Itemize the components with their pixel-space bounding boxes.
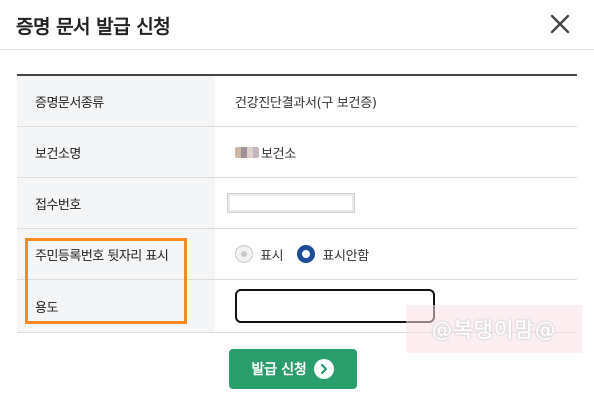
rrn-display-cell: 표시 표시안함 — [215, 229, 577, 279]
chevron-right-icon — [314, 359, 335, 379]
row-receipt-number: 접수번호 — [17, 178, 577, 229]
watermark: @복댕이맘@ — [406, 305, 582, 353]
radio-show-circle[interactable] — [235, 245, 253, 263]
usage-label: 용도 — [17, 280, 215, 332]
radio-show-label: 표시 — [260, 248, 284, 264]
radio-show[interactable]: 표시 — [235, 245, 284, 264]
radio-hide-label: 표시안함 — [322, 248, 369, 264]
health-center-value: 보건소 — [261, 146, 296, 162]
row-rrn-display: 주민등록번호 뒷자리 표시 표시 표시안함 — [17, 229, 577, 280]
close-button[interactable] — [546, 10, 574, 38]
radio-hide[interactable]: 표시안함 — [297, 245, 369, 264]
rrn-display-label: 주민등록번호 뒷자리 표시 — [17, 229, 215, 279]
row-health-center: 보건소명 보건소 — [17, 127, 577, 178]
redacted-mosaic — [235, 146, 259, 158]
close-icon — [550, 14, 570, 34]
receipt-number-cell — [215, 178, 577, 228]
certificate-issue-dialog: 증명 문서 발급 신청 증명문서종류 건강진단결과서(구 보건증) 보건소명 보… — [0, 0, 594, 409]
dialog-header: 증명 문서 발급 신청 — [0, 0, 594, 50]
usage-input[interactable] — [235, 289, 435, 323]
rrn-display-radio-group: 표시 표시안함 — [235, 245, 383, 264]
submit-issue-label: 발급 신청 — [251, 362, 307, 378]
radio-hide-circle[interactable] — [297, 245, 316, 263]
issue-form-table: 증명문서종류 건강진단결과서(구 보건증) 보건소명 보건소 접수번호 주민등록… — [17, 74, 577, 333]
receipt-number-redacted — [227, 193, 355, 213]
submit-issue-button[interactable]: 발급 신청 — [229, 349, 357, 389]
dialog-title: 증명 문서 발급 신청 — [16, 16, 171, 38]
document-type-label: 증명문서종류 — [17, 76, 215, 126]
health-center-label: 보건소명 — [17, 127, 215, 177]
receipt-number-label: 접수번호 — [17, 178, 215, 228]
row-document-type: 증명문서종류 건강진단결과서(구 보건증) — [17, 76, 577, 127]
health-center-cell: 보건소 — [215, 127, 577, 177]
document-type-value: 건강진단결과서(구 보건증) — [235, 95, 377, 111]
